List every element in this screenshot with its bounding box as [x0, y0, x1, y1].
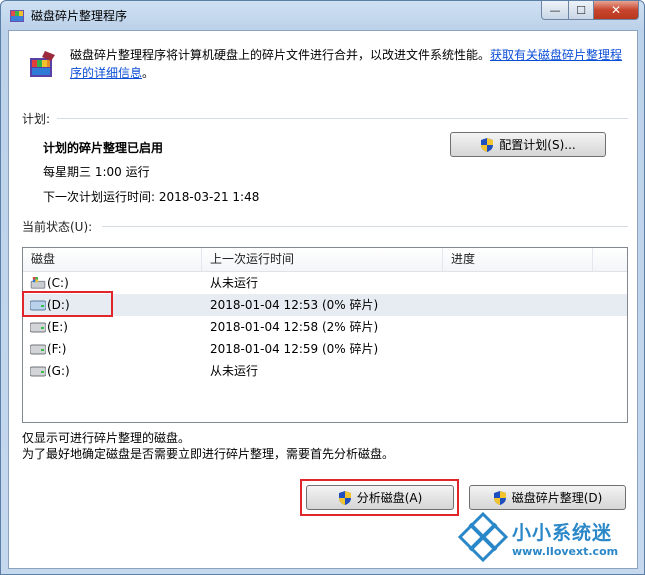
- help-link-continued[interactable]: 序的详细信息: [70, 66, 142, 80]
- column-progress[interactable]: 进度: [443, 248, 593, 271]
- minimize-button[interactable]: —: [541, 1, 569, 20]
- schedule-frequency: 每星期三 1:00 运行: [43, 165, 150, 179]
- maximize-icon: ☐: [576, 3, 586, 17]
- defrag-icon: [30, 51, 55, 77]
- schedule-separator: [57, 118, 628, 119]
- defragment-disk-label: 磁盘碎片整理(D): [511, 491, 603, 505]
- disk-last-run: 从未运行: [210, 276, 259, 290]
- status-separator: [102, 226, 628, 227]
- intro-text: 磁盘碎片整理程序将计算机硬盘上的碎片文件进行合并，以改进文件系统性能。获取有关磁…: [70, 46, 630, 82]
- uac-shield-icon: [493, 490, 506, 505]
- schedule-next-run: 下一次计划运行时间: 2018-03-21 1:48: [43, 190, 260, 204]
- drive-icon: [30, 366, 46, 377]
- column-last-run[interactable]: 上一次运行时间: [202, 248, 443, 271]
- dialog-body: 磁盘碎片整理程序将计算机硬盘上的碎片文件进行合并，以改进文件系统性能。获取有关磁…: [8, 30, 638, 569]
- schedule-status: 计划的碎片整理已启用: [43, 141, 164, 155]
- drive-icon: [30, 322, 46, 333]
- disk-last-run: 2018-01-04 12:58 (2% 碎片): [210, 320, 379, 334]
- highlight-box-disk-d: [22, 291, 113, 317]
- column-disk[interactable]: 磁盘: [23, 248, 202, 271]
- configure-schedule-label: 配置计划(S)...: [499, 138, 576, 152]
- highlight-box-analyze: [300, 479, 459, 516]
- system-drive-icon: [30, 277, 46, 289]
- schedule-label: 计划:: [22, 112, 51, 126]
- intro-period: 。: [142, 66, 155, 80]
- window-controls: — ☐ ✕: [541, 1, 639, 20]
- intro-description: 磁盘碎片整理程序将计算机硬盘上的碎片文件进行合并，以改进文件系统性能。: [70, 48, 491, 62]
- close-button[interactable]: ✕: [594, 1, 639, 20]
- defrag-window: 磁盘碎片整理程序 — ☐ ✕ 磁盘碎片整理程序将计算机硬盘上的碎片文件进行合并，…: [0, 0, 645, 575]
- disk-row-g[interactable]: (G:) 从未运行: [23, 360, 627, 382]
- defrag-app-icon: [10, 10, 24, 22]
- minimize-icon: —: [549, 3, 561, 17]
- help-link[interactable]: 获取有关磁盘碎片整理程: [490, 48, 622, 62]
- uac-shield-icon: [481, 137, 494, 152]
- close-icon: ✕: [610, 3, 622, 17]
- maximize-button[interactable]: ☐: [569, 1, 594, 20]
- disk-name: (E:): [47, 320, 68, 334]
- disk-list-header: 磁盘 上一次运行时间 进度: [23, 248, 627, 272]
- note-analyze-first: 为了最好地确定磁盘是否需要立即进行碎片整理，需要首先分析磁盘。: [22, 447, 395, 461]
- disk-row-d[interactable]: (D:) 2018-01-04 12:53 (0% 碎片): [23, 294, 627, 316]
- current-status-label: 当前状态(U):: [22, 220, 93, 234]
- disk-last-run: 2018-01-04 12:59 (0% 碎片): [210, 342, 379, 356]
- defragment-disk-button[interactable]: 磁盘碎片整理(D): [469, 485, 626, 510]
- configure-schedule-button[interactable]: 配置计划(S)...: [450, 132, 606, 157]
- drive-icon: [30, 344, 46, 355]
- watermark-brand: 小小系统迷: [512, 522, 613, 544]
- disk-list[interactable]: 磁盘 上一次运行时间 进度 (C:) 从未运行 (D:) 2018-01-04 …: [22, 247, 628, 423]
- disk-last-run: 2018-01-04 12:53 (0% 碎片): [210, 298, 379, 312]
- disk-name: (F:): [47, 342, 67, 356]
- disk-last-run: 从未运行: [210, 364, 259, 378]
- disk-name: (G:): [47, 364, 70, 378]
- disk-row-f[interactable]: (F:) 2018-01-04 12:59 (0% 碎片): [23, 338, 627, 360]
- note-defrag-only: 仅显示可进行碎片整理的磁盘。: [22, 431, 191, 445]
- disk-row-c[interactable]: (C:) 从未运行: [23, 272, 627, 294]
- title-bar[interactable]: 磁盘碎片整理程序 — ☐ ✕: [1, 1, 644, 29]
- watermark-logo-icon: [458, 512, 508, 562]
- watermark-url: www.lIovext.com: [512, 545, 619, 558]
- window-title: 磁盘碎片整理程序: [31, 9, 128, 23]
- disk-row-e[interactable]: (E:) 2018-01-04 12:58 (2% 碎片): [23, 316, 627, 338]
